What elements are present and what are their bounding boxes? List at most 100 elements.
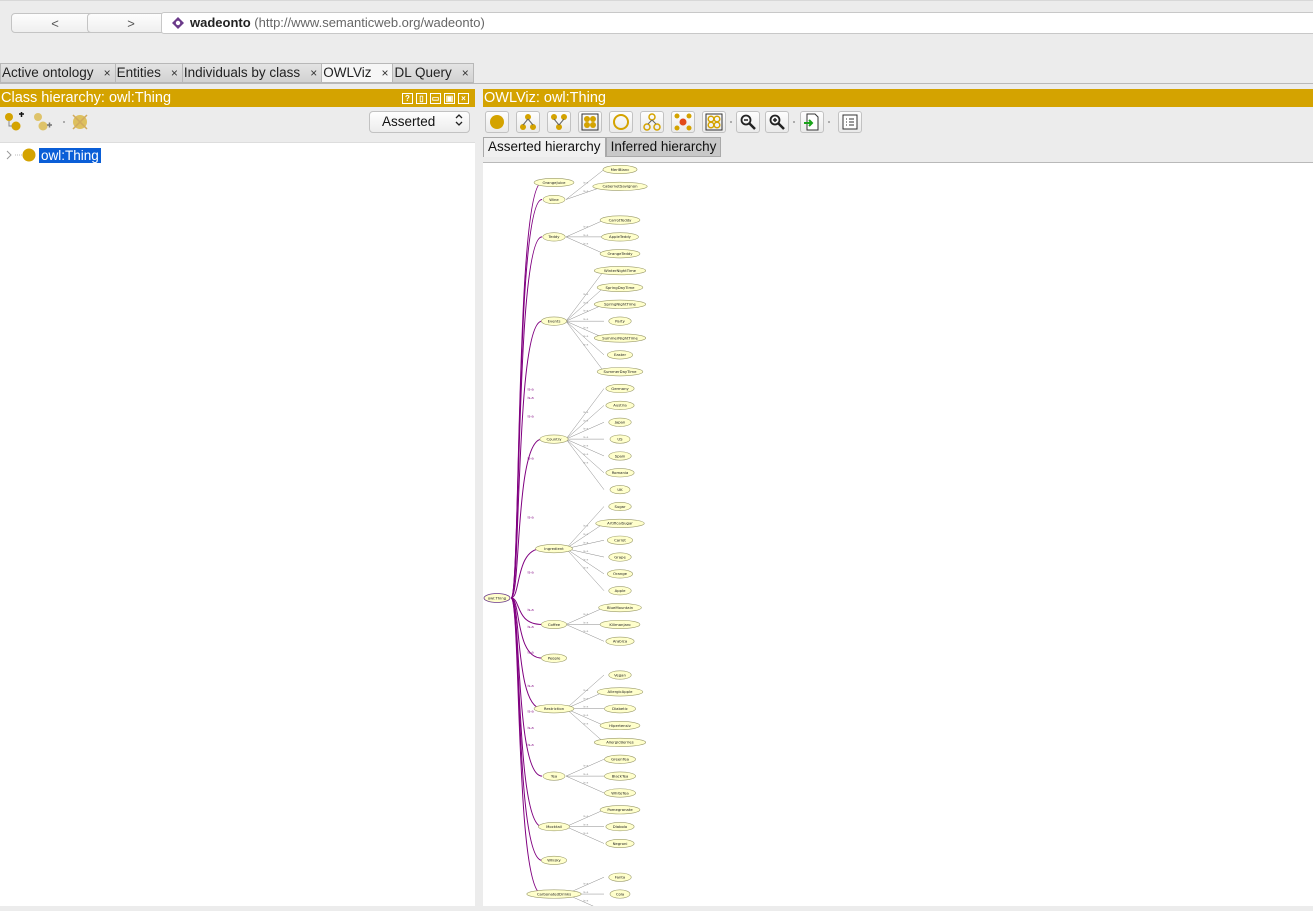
class-node-label: OrangeJuice — [542, 180, 566, 185]
split-icon[interactable]: ▯ — [416, 93, 427, 104]
close-icon[interactable]: × — [171, 64, 178, 82]
class-node-label: Pomegranate — [607, 807, 633, 812]
hide-class-neighbours-button[interactable] — [671, 111, 695, 133]
is-a-edge-label: is-a — [528, 650, 534, 654]
expand-icon[interactable] — [5, 147, 39, 163]
show-superclasses-button[interactable] — [547, 111, 571, 133]
class-node-label: Sugar — [614, 504, 626, 509]
class-node-label: Whisky — [547, 858, 561, 863]
subclass-edge-label: is-a — [583, 233, 588, 237]
close-icon[interactable]: × — [381, 64, 388, 82]
subclass-edge — [565, 548, 605, 591]
subclass-edge-label: is-a — [583, 831, 588, 835]
subclass-edge-label: is-a — [583, 224, 588, 228]
class-node-label: CarrotTeddy — [609, 217, 633, 222]
zoom-out-button[interactable] — [736, 111, 760, 133]
class-tree[interactable]: owl:Thing — [0, 142, 475, 906]
hierarchy-mode-select[interactable]: Asserted — [369, 111, 470, 133]
subclass-edge-label: is-a — [583, 342, 588, 346]
toolbar-dot-separator — [825, 111, 833, 133]
class-node-label: Country — [546, 436, 562, 441]
class-node-label: Coffee — [548, 622, 561, 627]
float-icon[interactable]: ▭ — [430, 93, 441, 104]
close-icon[interactable]: × — [462, 64, 469, 82]
class-node-label: Restriction — [544, 706, 565, 711]
back-button[interactable]: < — [11, 13, 99, 33]
class-graph[interactable]: is-a is-a is-a is-a is-a is-a is-a is-a is-a is-a… — [483, 163, 1313, 911]
show-class-button[interactable] — [485, 111, 509, 133]
tab-asserted-hierarchy[interactable]: Asserted hierarchy — [483, 137, 606, 157]
tab-label: Individuals by class — [183, 65, 301, 80]
subclass-edge-label: is-a — [583, 566, 588, 570]
class-node-label: Vegan — [614, 672, 626, 677]
class-node-label: Spain — [615, 453, 626, 458]
class-node-label: Tea — [550, 773, 557, 778]
graph-canvas[interactable]: is-a is-a is-a is-a is-a is-a is-a is-a is-a is-a… — [483, 162, 1313, 911]
class-node-label: SpringDayTime — [605, 285, 635, 290]
subclass-edge-label: is-a — [583, 549, 588, 553]
tree-node-label[interactable]: owl:Thing — [39, 147, 101, 163]
hide-class-button[interactable] — [609, 111, 633, 133]
class-node-label: Ingredient — [544, 546, 564, 551]
ontology-icon — [172, 17, 184, 29]
is-a-edge-label: is-a — [528, 414, 534, 418]
subclass-edge-label: is-a — [583, 435, 588, 439]
class-node-label: Romania — [612, 470, 629, 475]
zoom-in-button[interactable] — [765, 111, 789, 133]
subclass-edge-label: is-a — [583, 292, 588, 296]
tab-owlviz[interactable]: OWLViz × — [321, 63, 393, 83]
export-image-button[interactable] — [800, 111, 824, 133]
tab-individuals-by-class[interactable]: Individuals by class × — [181, 63, 322, 83]
close-icon[interactable]: × — [104, 64, 111, 82]
subclass-edge-label: is-a — [583, 612, 588, 616]
class-node-label: CabernetSavignon — [602, 184, 638, 189]
class-node-label: Carrot — [614, 538, 626, 543]
tab-inferred-hierarchy[interactable]: Inferred hierarchy — [605, 137, 722, 157]
class-node-label: Kilimanjaro — [609, 622, 631, 627]
subclass-edge-label: is-a — [583, 189, 588, 193]
owlviz-toolbar — [483, 107, 1313, 137]
toolbar-dot-separator — [790, 111, 798, 133]
tab-label: Active ontology — [2, 65, 94, 80]
class-node-label: Negroni — [613, 841, 628, 846]
ontology-address-bar[interactable]: wadeonto (http://www.semanticweb.org/wad… — [161, 12, 1313, 34]
close-icon[interactable]: × — [310, 64, 317, 82]
hide-subclasses-button[interactable] — [640, 111, 664, 133]
class-node-label: Austria — [613, 403, 626, 408]
class-hierarchy-toolbar: Asserted — [0, 107, 475, 142]
zoom-out-icon — [740, 114, 756, 130]
class-node-label: Wine — [549, 197, 559, 202]
subclass-edge-label: is-a — [583, 181, 588, 185]
panel-splitter[interactable] — [475, 89, 483, 905]
help-icon[interactable]: ? — [402, 93, 413, 104]
export-icon — [804, 113, 819, 131]
subclass-edge-label: is-a — [583, 705, 588, 709]
subclass-edge-label: is-a — [583, 713, 588, 717]
delete-class-button[interactable] — [68, 111, 92, 133]
class-node-label: Germany — [611, 386, 629, 391]
is-a-edge-label: is-a — [528, 709, 534, 713]
class-node-label: Mocktail — [546, 824, 562, 829]
options-button[interactable] — [838, 111, 862, 133]
subclass-edge-label: is-a — [583, 410, 588, 414]
subclass-edge-label: is-a — [583, 309, 588, 313]
is-a-edge-label: is-a — [528, 743, 534, 747]
class-node-label: WhiteTea — [611, 790, 628, 795]
tab-entities[interactable]: Entities × — [114, 63, 182, 83]
subclass-edge-label: is-a — [583, 620, 588, 624]
show-all-classes-button[interactable] — [578, 111, 602, 133]
class-node-label: Events — [548, 318, 561, 323]
show-subclasses-button[interactable] — [516, 111, 540, 133]
subclass-edge-label: is-a — [583, 317, 588, 321]
add-subclass-button[interactable] — [2, 111, 26, 133]
add-sibling-button[interactable] — [31, 111, 55, 133]
close-panel-icon[interactable]: × — [458, 93, 469, 104]
hide-all-classes-button[interactable] — [702, 111, 726, 133]
tree-row-owl-thing[interactable]: owl:Thing — [5, 147, 101, 163]
maximize-icon[interactable]: ▣ — [444, 93, 455, 104]
tab-dl-query[interactable]: DL Query × — [392, 63, 474, 83]
add-sibling-icon — [34, 113, 52, 131]
class-node-label: Diabetic — [612, 706, 628, 711]
tab-active-ontology[interactable]: Active ontology × — [0, 63, 115, 83]
subclass-edge-label: is-a — [583, 557, 588, 561]
